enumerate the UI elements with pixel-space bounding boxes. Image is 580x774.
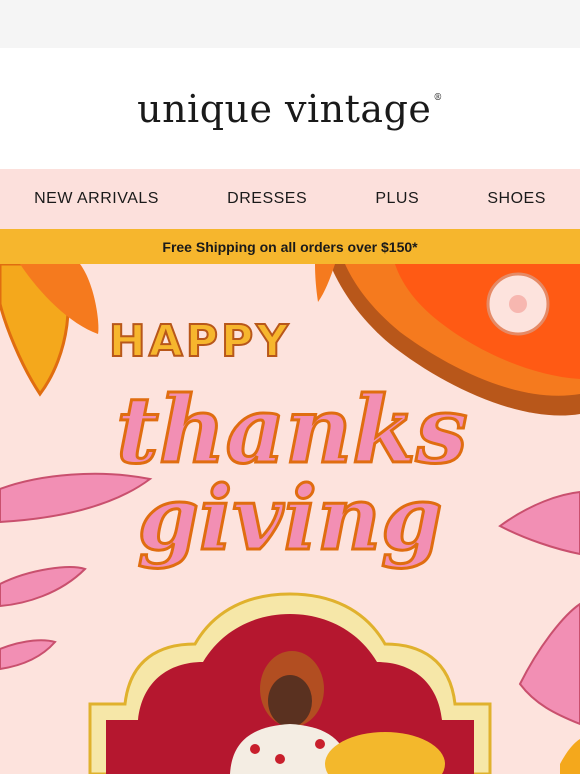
hero-giving-text: giving: [137, 466, 442, 570]
nav-shoes[interactable]: SHOES: [487, 190, 546, 208]
nav-plus[interactable]: PLUS: [375, 190, 419, 208]
photo-frame: [88, 592, 492, 774]
pink-leaf-icon: [0, 639, 57, 671]
brand-logo[interactable]: unique vintage ®: [137, 87, 443, 131]
logo-bar: unique vintage ®: [0, 48, 580, 169]
nav-dresses[interactable]: DRESSES: [227, 190, 307, 208]
top-spacer: [0, 0, 580, 48]
hero-happy-text: HAPPY: [109, 316, 291, 367]
nav-new-arrivals[interactable]: NEW ARRIVALS: [34, 190, 159, 208]
pink-leaf-icon: [560, 739, 580, 774]
pink-leaf-icon: [518, 602, 580, 726]
registered-mark: ®: [433, 92, 443, 103]
main-nav: NEW ARRIVALS DRESSES PLUS SHOES: [0, 169, 580, 229]
pink-leaf-icon: [498, 490, 580, 556]
thanksgiving-hero[interactable]: HAPPY thanks giving: [0, 264, 580, 774]
free-shipping-banner[interactable]: Free Shipping on all orders over $150*: [0, 229, 580, 264]
hero-illustration: HAPPY thanks giving: [0, 264, 580, 774]
pink-leaf-icon: [0, 566, 87, 608]
free-shipping-text: Free Shipping on all orders over $150*: [162, 238, 418, 255]
brand-name: unique vintage: [137, 86, 432, 131]
